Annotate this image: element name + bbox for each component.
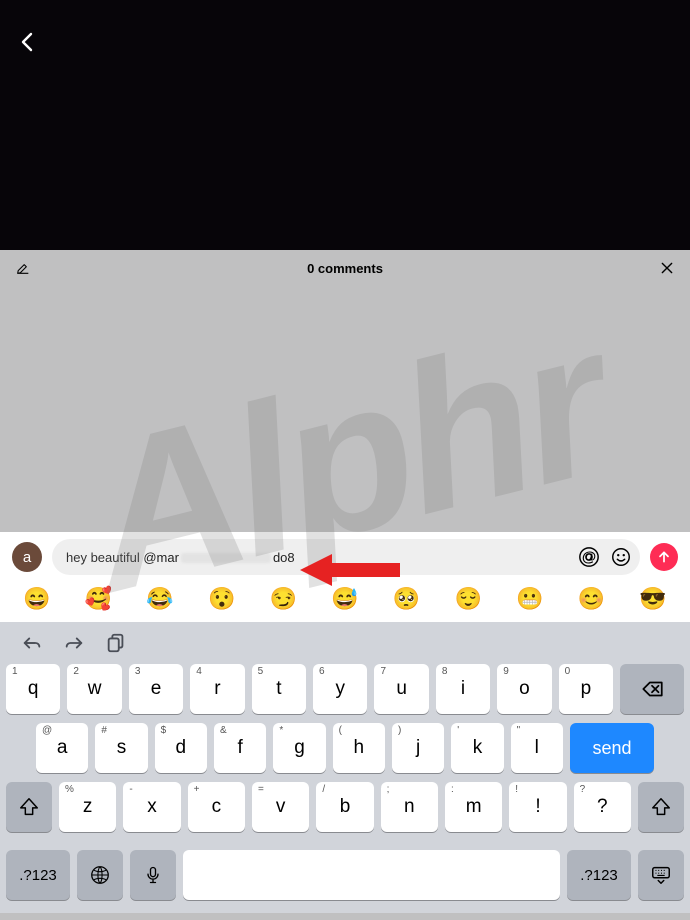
key-u[interactable]: 7u <box>374 664 428 714</box>
key-g[interactable]: *g <box>273 723 325 773</box>
key-?[interactable]: ?? <box>574 782 631 832</box>
avatar[interactable]: a <box>12 542 42 572</box>
svg-text:@: @ <box>582 550 596 566</box>
numeric-key[interactable]: .?123 <box>6 850 70 900</box>
comments-header: 0 comments <box>0 250 690 286</box>
key-y[interactable]: 6y <box>313 664 367 714</box>
key-m[interactable]: :m <box>445 782 502 832</box>
comments-count-label: 0 comments <box>32 261 658 276</box>
dismiss-keyboard-key[interactable] <box>638 850 684 900</box>
key-p[interactable]: 0p <box>559 664 613 714</box>
quick-emoji[interactable]: 😯 <box>208 586 235 612</box>
quick-emoji[interactable]: 😄 <box>23 586 50 612</box>
key-f[interactable]: &f <box>214 723 266 773</box>
quick-emoji[interactable]: 😎 <box>639 586 666 612</box>
undo-icon[interactable] <box>20 631 44 655</box>
key-d[interactable]: $d <box>155 723 207 773</box>
comment-input-strip: a hey beautiful @mardo8 @ 😄🥰😂😯😏😅� <box>0 532 690 622</box>
quick-emoji[interactable]: 😬 <box>516 586 543 612</box>
emoji-quick-row: 😄 🥰 😂 😯 😏 😅 🥺 😌 😬 😊 😎 <box>0 582 690 622</box>
keyboard-toolbar <box>0 622 690 664</box>
clipboard-icon[interactable] <box>104 631 128 655</box>
key-b[interactable]: /b <box>316 782 373 832</box>
send-comment-button[interactable] <box>650 543 678 571</box>
quick-emoji[interactable]: 🥰 <box>85 586 112 612</box>
back-button[interactable] <box>16 30 44 58</box>
video-backdrop <box>0 0 690 250</box>
close-icon[interactable] <box>658 259 676 277</box>
globe-key[interactable] <box>77 850 123 900</box>
key-w[interactable]: 2w <box>67 664 121 714</box>
backspace-key[interactable] <box>620 664 684 714</box>
key-h[interactable]: (h <box>333 723 385 773</box>
comment-input[interactable]: hey beautiful @mardo8 @ <box>52 539 640 575</box>
key-z[interactable]: %z <box>59 782 116 832</box>
key-q[interactable]: 1q <box>6 664 60 714</box>
space-key[interactable] <box>183 850 560 900</box>
keyboard: 1q2w3e4r5t6y7u8i9o0p @a#s$d&f*g(h)j'k"l … <box>0 622 690 913</box>
key-n[interactable]: ;n <box>381 782 438 832</box>
key-t[interactable]: 5t <box>252 664 306 714</box>
redo-icon[interactable] <box>62 631 86 655</box>
key-a[interactable]: @a <box>36 723 88 773</box>
mention-icon[interactable]: @ <box>578 546 600 568</box>
key-j[interactable]: )j <box>392 723 444 773</box>
key-i[interactable]: 8i <box>436 664 490 714</box>
key-l[interactable]: "l <box>511 723 563 773</box>
numeric-key-right[interactable]: .?123 <box>567 850 631 900</box>
quick-emoji[interactable]: 😊 <box>578 586 605 612</box>
shift-key-right[interactable] <box>638 782 684 832</box>
comment-input-text: hey beautiful @mardo8 <box>66 550 572 565</box>
quick-emoji[interactable]: 😏 <box>270 586 297 612</box>
key-e[interactable]: 3e <box>129 664 183 714</box>
key-x[interactable]: -x <box>123 782 180 832</box>
comments-sheet: 0 comments a hey beautiful @mardo8 @ <box>0 250 690 920</box>
keyboard-send-key[interactable]: send <box>570 723 654 773</box>
quick-emoji[interactable]: 😌 <box>454 586 481 612</box>
key-s[interactable]: #s <box>95 723 147 773</box>
comments-empty-area <box>0 286 690 532</box>
emoji-picker-icon[interactable] <box>610 546 632 568</box>
mic-key[interactable] <box>130 850 176 900</box>
key-o[interactable]: 9o <box>497 664 551 714</box>
edit-icon[interactable] <box>14 259 32 277</box>
quick-emoji[interactable]: 😅 <box>331 586 358 612</box>
quick-emoji[interactable]: 😂 <box>146 586 173 612</box>
key-c[interactable]: +c <box>188 782 245 832</box>
shift-key[interactable] <box>6 782 52 832</box>
quick-emoji[interactable]: 🥺 <box>393 586 420 612</box>
key-r[interactable]: 4r <box>190 664 244 714</box>
key-![interactable]: !! <box>509 782 566 832</box>
key-k[interactable]: 'k <box>451 723 503 773</box>
key-v[interactable]: =v <box>252 782 309 832</box>
